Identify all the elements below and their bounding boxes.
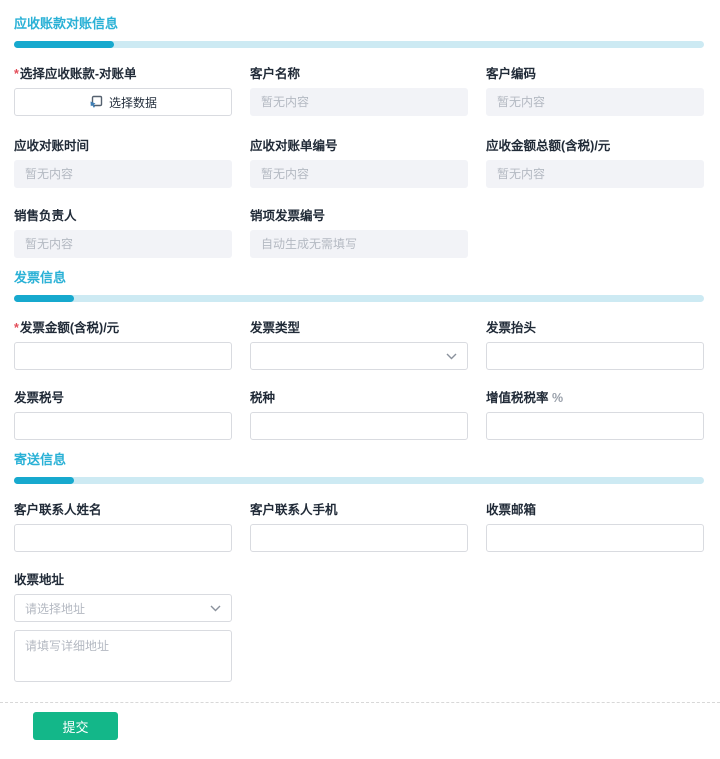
submit-button[interactable]: 提交 xyxy=(33,712,118,740)
field-label: 应收对账时间 xyxy=(14,138,232,155)
field-label: 应收对账单编号 xyxy=(250,138,468,155)
sales-owner-input[interactable] xyxy=(14,230,232,258)
field-label: 收票地址 xyxy=(14,572,232,589)
field-total-amount: 应收金额总额(含税)/元 xyxy=(486,138,704,188)
field-label: 发票抬头 xyxy=(486,320,704,337)
form-row: 应收对账时间 应收对账单编号 应收金额总额(含税)/元 xyxy=(14,138,704,188)
field-label: 客户名称 xyxy=(250,66,468,83)
field-label: 销项发票编号 xyxy=(250,208,468,225)
field-sales-invoice-no: 销项发票编号 xyxy=(250,208,468,258)
select-data-button-label: 选择数据 xyxy=(109,94,157,111)
field-label: 发票税号 xyxy=(14,390,232,407)
receipt-address-select[interactable]: 请选择地址 xyxy=(14,594,232,622)
receipt-email-input[interactable] xyxy=(486,524,704,552)
section-progress-track xyxy=(14,295,704,302)
field-invoice-title: 发票抬头 xyxy=(486,320,704,370)
form-row: 发票税号 税种 增值税税率 % xyxy=(14,390,704,440)
chevron-down-icon xyxy=(446,353,457,360)
invoice-amount-input[interactable] xyxy=(14,342,232,370)
form-row: 销售负责人 销项发票编号 xyxy=(14,208,704,258)
section-progress-fill xyxy=(14,477,74,484)
field-invoice-tax-no: 发票税号 xyxy=(14,390,232,440)
section-invoice-header: 发票信息 xyxy=(14,270,704,302)
vat-rate-input[interactable] xyxy=(486,412,704,440)
section-title-receivable: 应收账款对账信息 xyxy=(14,16,704,32)
invoice-type-select[interactable] xyxy=(250,342,468,370)
form-row: 客户联系人姓名 客户联系人手机 收票邮箱 xyxy=(14,502,704,552)
field-customer-code: 客户编码 xyxy=(486,66,704,116)
field-reconciliation-picker: *选择应收账款-对账单 选择数据 xyxy=(14,66,232,116)
field-contact-phone: 客户联系人手机 xyxy=(250,502,468,552)
required-mark: * xyxy=(14,67,19,81)
field-sales-owner: 销售负责人 xyxy=(14,208,232,258)
form-row: *发票金额(含税)/元 发票类型 发票抬头 xyxy=(14,320,704,370)
invoice-apply-page: 应收账款对账信息 *选择应收账款-对账单 选择数据 xyxy=(0,16,720,759)
field-label: 收票邮箱 xyxy=(486,502,704,519)
select-data-button[interactable]: 选择数据 xyxy=(14,88,232,116)
section-title-invoice: 发票信息 xyxy=(14,270,704,286)
customer-code-input[interactable] xyxy=(486,88,704,116)
field-label: 应收金额总额(含税)/元 xyxy=(486,138,704,155)
field-label: 销售负责人 xyxy=(14,208,232,225)
section-delivery-header: 寄送信息 xyxy=(14,452,704,484)
form-footer: 提交 xyxy=(0,702,720,740)
section-progress-track xyxy=(14,477,704,484)
required-mark: * xyxy=(14,321,19,335)
section-progress-track xyxy=(14,41,704,48)
invoice-tax-no-input[interactable] xyxy=(14,412,232,440)
field-customer-name: 客户名称 xyxy=(250,66,468,116)
tax-type-input[interactable] xyxy=(250,412,468,440)
section-progress-fill xyxy=(14,41,114,48)
total-amount-input[interactable] xyxy=(486,160,704,188)
contact-name-input[interactable] xyxy=(14,524,232,552)
field-label: 客户编码 xyxy=(486,66,704,83)
field-vat-rate: 增值税税率 % xyxy=(486,390,704,440)
invoice-title-input[interactable] xyxy=(486,342,704,370)
reconciliation-time-input[interactable] xyxy=(14,160,232,188)
select-data-icon xyxy=(89,95,103,109)
contact-phone-input[interactable] xyxy=(250,524,468,552)
field-label: 客户联系人姓名 xyxy=(14,502,232,519)
sales-invoice-no-input[interactable] xyxy=(250,230,468,258)
address-detail-textarea[interactable] xyxy=(14,630,232,682)
spacer-col xyxy=(486,208,704,258)
field-label: 增值税税率 % xyxy=(486,390,704,407)
field-label: 发票类型 xyxy=(250,320,468,337)
section-progress-fill xyxy=(14,295,74,302)
field-invoice-amount: *发票金额(含税)/元 xyxy=(14,320,232,370)
receipt-address-placeholder: 请选择地址 xyxy=(25,600,85,617)
field-tax-type: 税种 xyxy=(250,390,468,440)
form-row: 收票地址 请选择地址 xyxy=(14,572,704,682)
section-receivable-header: 应收账款对账信息 xyxy=(14,16,704,48)
field-reconciliation-no: 应收对账单编号 xyxy=(250,138,468,188)
field-label: 税种 xyxy=(250,390,468,407)
percent-suffix: % xyxy=(552,391,563,405)
field-label: *发票金额(含税)/元 xyxy=(14,320,232,337)
field-contact-name: 客户联系人姓名 xyxy=(14,502,232,552)
form-row: *选择应收账款-对账单 选择数据 客户名称 xyxy=(14,66,704,116)
customer-name-input[interactable] xyxy=(250,88,468,116)
field-label: *选择应收账款-对账单 xyxy=(14,66,232,83)
field-receipt-address: 收票地址 请选择地址 xyxy=(14,572,232,682)
field-reconciliation-time: 应收对账时间 xyxy=(14,138,232,188)
chevron-down-icon xyxy=(210,605,221,612)
field-label: 客户联系人手机 xyxy=(250,502,468,519)
field-invoice-type: 发票类型 xyxy=(250,320,468,370)
reconciliation-no-input[interactable] xyxy=(250,160,468,188)
field-receipt-email: 收票邮箱 xyxy=(486,502,704,552)
section-title-delivery: 寄送信息 xyxy=(14,452,704,468)
